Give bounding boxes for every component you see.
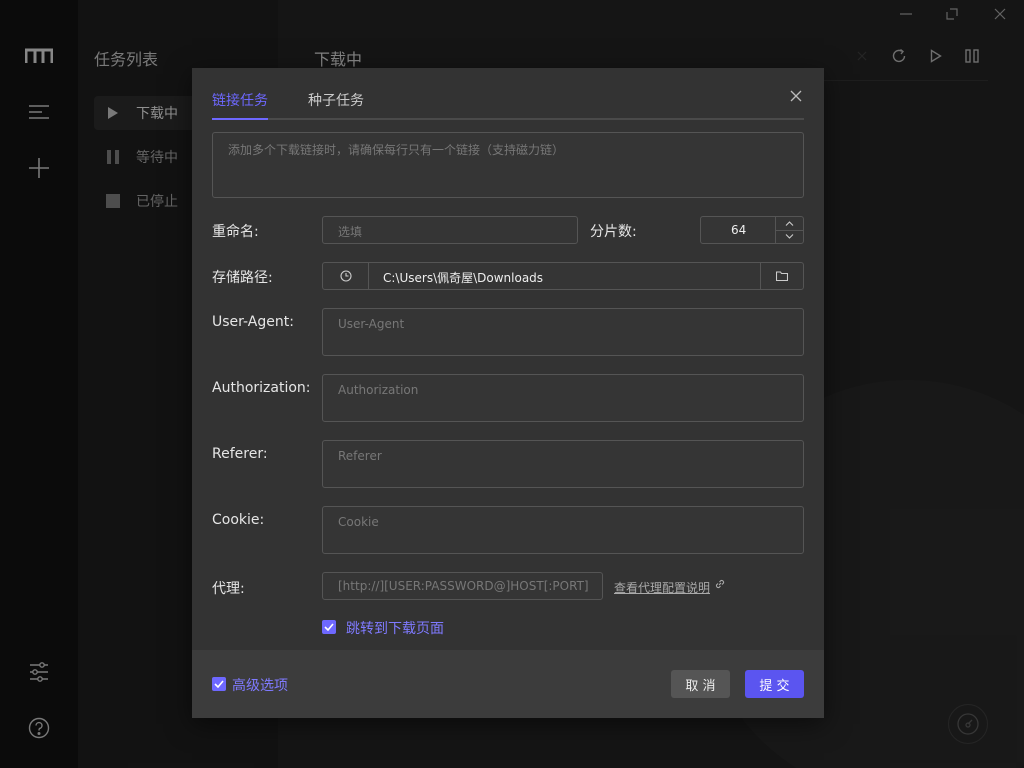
tab-torrent[interactable]: 种子任务 — [308, 90, 364, 118]
dir-value: C:\Users\佩奇屋\Downloads — [383, 271, 544, 285]
history-icon[interactable] — [323, 263, 369, 289]
rename-label: 重命名: — [212, 224, 259, 240]
proxy-placeholder: [http://][USER:PASSWORD@]HOST[:PORT] — [338, 579, 589, 593]
proxy-input[interactable]: [http://][USER:PASSWORD@]HOST[:PORT] — [322, 572, 603, 600]
split-label: 分片数: — [590, 224, 637, 240]
proxy-help-link[interactable]: 查看代理配置说明 — [614, 579, 710, 596]
dir-label: 存储路径: — [212, 270, 273, 286]
referer-textarea[interactable]: Referer — [322, 440, 804, 488]
user-agent-placeholder: User-Agent — [338, 317, 405, 331]
cookie-placeholder: Cookie — [338, 515, 379, 529]
urls-placeholder: 添加多个下载链接时，请确保每行只有一个链接（支持磁力链） — [228, 143, 565, 157]
submit-button[interactable]: 提 交 — [745, 670, 804, 698]
rename-placeholder: 选填 — [338, 225, 363, 239]
chevron-up-icon[interactable] — [776, 217, 803, 231]
close-icon[interactable] — [786, 86, 806, 106]
add-task-dialog: 链接任务 种子任务 添加多个下载链接时，请确保每行只有一个链接（支持磁力链） 重… — [192, 68, 824, 718]
authorization-placeholder: Authorization — [338, 383, 419, 397]
split-value: 64 — [731, 223, 747, 237]
user-agent-label: User-Agent: — [212, 314, 294, 330]
advanced-checkbox[interactable] — [212, 677, 226, 691]
proxy-label: 代理: — [212, 581, 245, 597]
rename-input[interactable]: 选填 — [322, 216, 578, 244]
authorization-textarea[interactable]: Authorization — [322, 374, 804, 422]
cancel-button[interactable]: 取 消 — [671, 670, 730, 698]
dir-input[interactable]: C:\Users\佩奇屋\Downloads — [322, 262, 804, 290]
referer-label: Referer: — [212, 446, 268, 462]
authorization-label: Authorization: — [212, 380, 311, 396]
jump-checkbox[interactable] — [322, 620, 336, 634]
advanced-checkbox-label[interactable]: 高级选项 — [232, 675, 288, 695]
user-agent-textarea[interactable]: User-Agent — [322, 308, 804, 356]
cookie-label: Cookie: — [212, 512, 265, 528]
folder-icon[interactable] — [760, 263, 803, 289]
urls-textarea[interactable]: 添加多个下载链接时，请确保每行只有一个链接（支持磁力链） — [212, 132, 804, 198]
dialog-tabs: 链接任务 种子任务 — [212, 88, 804, 120]
jump-checkbox-label[interactable]: 跳转到下载页面 — [346, 618, 444, 638]
tab-uri[interactable]: 链接任务 — [212, 90, 268, 120]
dialog-footer: 高级选项 取 消 提 交 — [192, 650, 824, 718]
referer-placeholder: Referer — [338, 449, 382, 463]
cookie-textarea[interactable]: Cookie — [322, 506, 804, 554]
split-stepper[interactable]: 64 — [700, 216, 804, 244]
link-icon — [714, 578, 726, 590]
chevron-down-icon[interactable] — [776, 230, 803, 243]
